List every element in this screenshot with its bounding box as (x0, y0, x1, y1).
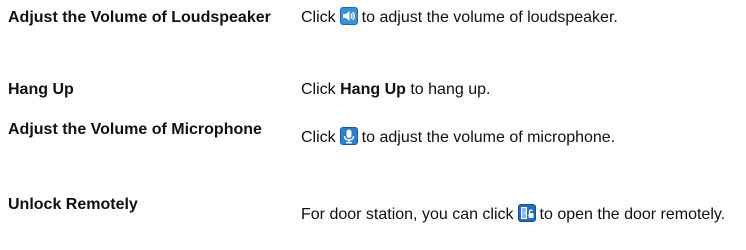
door-unlock-icon[interactable] (517, 204, 536, 222)
speaker-volume-icon[interactable] (339, 7, 358, 25)
description-text: Click (301, 9, 336, 26)
description-text: to hang up. (410, 81, 491, 98)
description-text: For door station, you can click (301, 206, 514, 223)
hang-up-label: Hang Up (340, 81, 406, 98)
description-hang-up: Click Hang Up to hang up. (301, 78, 741, 102)
microphone-icon[interactable] (339, 127, 358, 145)
operations-table: Adjust the Volume of Loudspeaker Click t… (0, 0, 746, 250)
term-hang-up: Hang Up (8, 81, 74, 98)
description-adjust-loudspeaker: Click to adjust the volume of loudspeake… (301, 6, 741, 30)
description-text: Click (301, 129, 336, 146)
term-adjust-microphone: Adjust the Volume of Microphone (8, 121, 262, 138)
description-text: to adjust the volume of microphone. (361, 129, 616, 146)
term-adjust-loudspeaker: Adjust the Volume of Loudspeaker (8, 9, 271, 26)
description-text: to adjust the volume of loudspeaker. (361, 9, 618, 26)
description-text: to open the door remotely. (539, 206, 726, 223)
description-unlock-remotely: For door station, you can click to open … (301, 203, 741, 227)
term-unlock-remotely: Unlock Remotely (8, 196, 138, 213)
description-text: Click (301, 81, 336, 98)
description-adjust-microphone: Click to adjust the volume of microphone… (301, 126, 741, 150)
